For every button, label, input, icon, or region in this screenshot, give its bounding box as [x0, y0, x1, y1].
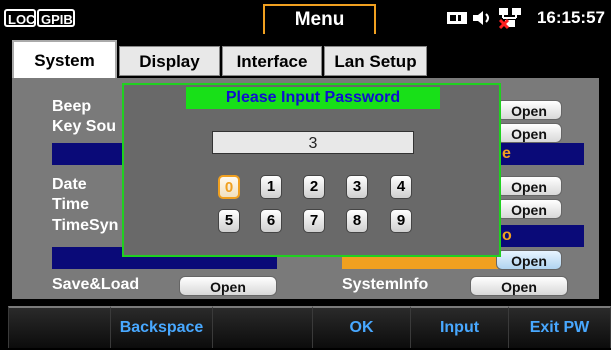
key-sound-label: Key Sou [52, 118, 117, 135]
password-dialog: Please Input Password 3 0 1 2 3 4 5 6 7 … [122, 83, 501, 257]
keypad-key-1[interactable]: 1 [260, 175, 282, 199]
lan-disconnected-icon [497, 6, 525, 33]
clock: 16:15:57 [536, 8, 605, 27]
keypad-key-3[interactable]: 3 [346, 175, 368, 199]
date-open-button[interactable]: Open [496, 176, 562, 196]
right-selection-bar-1 [500, 143, 584, 165]
key-sound-open-button[interactable]: Open [496, 123, 562, 143]
keypad-key-9[interactable]: 9 [390, 209, 412, 233]
softkey-exit-pw[interactable]: Exit PW [508, 306, 611, 348]
keypad-key-5[interactable]: 5 [218, 209, 240, 233]
system-info-open-button[interactable]: Open [470, 276, 568, 296]
time-label: Time [52, 196, 90, 213]
right-orange-text-1: e [502, 145, 511, 162]
speaker-icon [471, 10, 493, 29]
left-selection-bar [52, 143, 124, 165]
beep-open-button[interactable]: Open [496, 100, 562, 120]
date-label: Date [52, 176, 87, 193]
softkey-input[interactable]: Input [410, 306, 508, 348]
beep-label: Beep [52, 98, 92, 115]
loc-badge: LOC [4, 9, 36, 27]
keypad-key-0[interactable]: 0 [218, 175, 240, 199]
softkey-backspace[interactable]: Backspace [110, 306, 212, 348]
tab-system[interactable]: System [12, 40, 117, 78]
softkey-ok[interactable]: OK [312, 306, 410, 348]
right-orange-text-2: o [502, 227, 512, 244]
system-info-label: SystemInfo [342, 276, 429, 293]
tab-lan-setup[interactable]: Lan Setup [324, 46, 427, 76]
time-open-button[interactable]: Open [496, 199, 562, 219]
save-load-open-button[interactable]: Open [179, 276, 277, 296]
keypad-key-7[interactable]: 7 [303, 209, 325, 233]
keypad-key-8[interactable]: 8 [346, 209, 368, 233]
password-input[interactable]: 3 [212, 131, 414, 154]
keypad-key-4[interactable]: 4 [390, 175, 412, 199]
keypad-key-6[interactable]: 6 [260, 209, 282, 233]
menu-title: Menu [263, 4, 376, 34]
tab-interface[interactable]: Interface [222, 46, 322, 76]
security-open-button[interactable]: Open [496, 250, 562, 270]
tab-display[interactable]: Display [119, 46, 220, 76]
gpib-badge: GPIB [37, 9, 75, 27]
keypad-key-2[interactable]: 2 [303, 175, 325, 199]
timesync-label: TimeSyn [52, 217, 119, 234]
softkey-1[interactable] [8, 306, 110, 348]
save-load-label: Save&Load [52, 276, 140, 293]
usb-drive-icon [446, 10, 468, 29]
right-selection-bar-2 [500, 225, 584, 247]
softkey-3[interactable] [212, 306, 312, 348]
dialog-title: Please Input Password [186, 87, 440, 109]
